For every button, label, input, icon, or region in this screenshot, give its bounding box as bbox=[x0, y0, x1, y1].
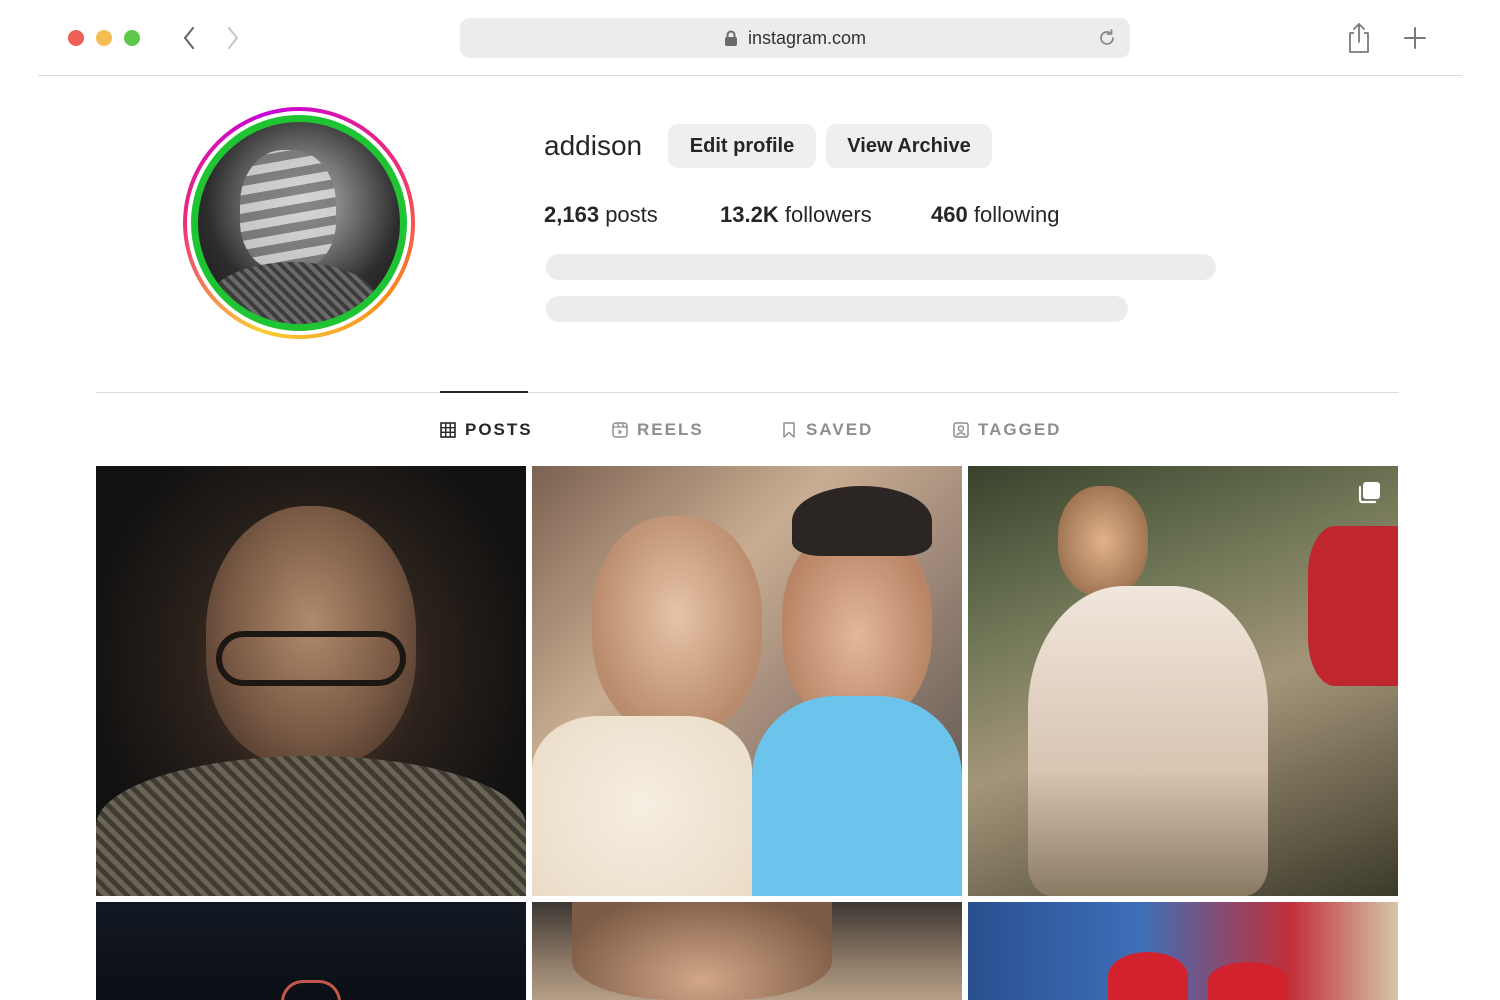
post-tile[interactable] bbox=[96, 902, 526, 1000]
active-tab-indicator bbox=[440, 391, 528, 393]
chevron-right-icon bbox=[227, 26, 239, 50]
share-button[interactable] bbox=[1346, 22, 1372, 54]
post-tile[interactable] bbox=[532, 466, 962, 896]
reload-icon[interactable] bbox=[1096, 27, 1118, 49]
plus-icon bbox=[1404, 27, 1426, 49]
post-tile[interactable] bbox=[968, 902, 1398, 1000]
tabs-divider bbox=[96, 392, 1399, 393]
bio-placeholder-line bbox=[546, 254, 1216, 280]
bio-placeholder-line bbox=[546, 296, 1128, 322]
avatar-gap bbox=[187, 111, 411, 335]
tab-label: SAVED bbox=[806, 420, 874, 439]
post-subject bbox=[1058, 486, 1148, 596]
following-label: following bbox=[973, 202, 1060, 227]
posts-stat: 2,163 posts bbox=[544, 202, 658, 228]
forward-button[interactable] bbox=[219, 24, 247, 52]
reels-icon bbox=[612, 422, 628, 438]
browser-toolbar: instagram.com bbox=[0, 0, 1500, 76]
toolbar-divider bbox=[38, 75, 1462, 76]
minimize-window-button[interactable] bbox=[96, 30, 112, 46]
tab-label: REELS bbox=[637, 420, 704, 439]
tab-label: TAGGED bbox=[978, 420, 1062, 439]
tab-reels[interactable]: REELS bbox=[612, 418, 704, 442]
following-count: 460 bbox=[931, 202, 968, 227]
tab-posts[interactable]: POSTS bbox=[440, 418, 533, 442]
tab-tagged[interactable]: TAGGED bbox=[953, 418, 1061, 442]
new-tab-button[interactable] bbox=[1402, 24, 1428, 52]
post-subject-caps bbox=[1108, 952, 1188, 1000]
address-bar[interactable]: instagram.com bbox=[460, 18, 1130, 58]
share-icon bbox=[1349, 23, 1369, 53]
profile-avatar[interactable] bbox=[183, 107, 415, 339]
post-subject bbox=[281, 980, 341, 1000]
followers-count: 13.2K bbox=[720, 202, 779, 227]
back-button[interactable] bbox=[175, 24, 203, 52]
view-archive-button[interactable]: View Archive bbox=[826, 124, 992, 168]
tab-label: POSTS bbox=[465, 420, 533, 439]
followers-label: followers bbox=[784, 202, 872, 227]
post-subject-sweater bbox=[96, 756, 526, 896]
zoom-window-button[interactable] bbox=[124, 30, 140, 46]
avatar-face bbox=[240, 150, 336, 270]
avatar-coat bbox=[208, 262, 378, 324]
post-subject-dress bbox=[1028, 586, 1268, 896]
grid-icon bbox=[440, 422, 456, 438]
post-subject-shirt bbox=[752, 696, 962, 896]
post-subject-dress bbox=[532, 716, 752, 896]
post-tile[interactable] bbox=[968, 466, 1398, 896]
lock-icon bbox=[724, 30, 738, 46]
post-subject-glasses bbox=[216, 631, 406, 686]
profile-username: addison bbox=[544, 130, 643, 161]
following-stat[interactable]: 460 following bbox=[931, 202, 1059, 228]
posts-label: posts bbox=[605, 202, 658, 227]
post-tile[interactable] bbox=[96, 466, 526, 896]
post-subject-caps bbox=[1208, 962, 1288, 1000]
tagged-icon bbox=[953, 422, 969, 438]
bookmark-icon bbox=[781, 422, 797, 438]
posts-count: 2,163 bbox=[544, 202, 600, 227]
multi-photo-icon bbox=[1356, 480, 1382, 506]
followers-stat[interactable]: 13.2K followers bbox=[720, 202, 872, 228]
url-text: instagram.com bbox=[747, 27, 867, 48]
post-subject-red bbox=[1308, 526, 1398, 686]
edit-profile-button[interactable]: Edit profile bbox=[668, 124, 816, 168]
tab-saved[interactable]: SAVED bbox=[781, 418, 873, 442]
post-subject bbox=[572, 902, 832, 1000]
post-tile[interactable] bbox=[532, 902, 962, 1000]
avatar-photo bbox=[191, 115, 407, 331]
post-subject bbox=[592, 516, 762, 736]
close-window-button[interactable] bbox=[68, 30, 84, 46]
post-subject-hat bbox=[792, 486, 932, 556]
chevron-left-icon bbox=[183, 26, 195, 50]
